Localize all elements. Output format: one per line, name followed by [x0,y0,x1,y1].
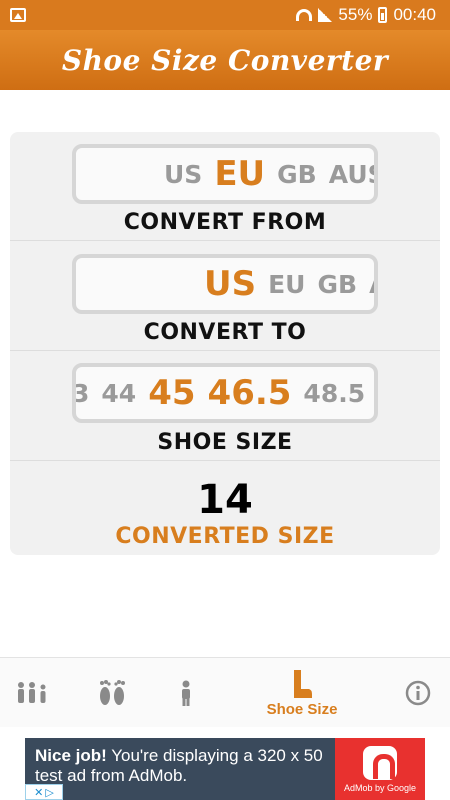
clock: 00:40 [393,5,436,24]
nav-shoe-size[interactable]: Shoe Size [250,658,354,728]
nav-shoe-size-label: Shoe Size [266,700,338,718]
gallery-icon [10,8,26,22]
convert-from-strip: US EU GB AUS M [164,148,374,200]
admob-icon [363,745,397,780]
nav-info[interactable] [396,658,440,728]
family-icon [18,682,46,703]
battery-percent: 55% [338,5,373,24]
convert-to-picker[interactable]: US EU GB AU [72,254,378,314]
shoe-size-strip: 3 44 45 46.5 48.5 [76,367,365,419]
shoe-size-picker[interactable]: 3 44 45 46.5 48.5 [72,363,378,423]
option-aus[interactable]: AUS [329,160,374,189]
play-icon: ▷ [45,786,54,799]
nav-feet[interactable] [88,658,136,728]
option-size[interactable]: 44 [101,379,136,408]
wifi-icon [296,9,313,21]
child-icon [182,680,190,706]
close-icon: ✕ [34,786,44,799]
ad-headline: Nice job! [35,746,107,765]
shoe-size-section: 3 44 45 46.5 48.5 SHOE SIZE [10,352,440,462]
convert-from-picker[interactable]: US EU GB AUS M [72,144,378,204]
converted-size-label: CONVERTED SIZE [115,524,335,549]
converted-size-value: 14 [197,477,253,523]
option-au[interactable]: AU [369,270,374,299]
convert-from-label: CONVERT FROM [123,210,327,235]
option-us-selected[interactable]: US [204,264,256,304]
boot-icon [294,669,312,698]
convert-from-section: US EU GB AUS M CONVERT FROM [10,132,440,242]
convert-to-label: CONVERT TO [143,320,307,345]
ad-byline: AdMob by Google [343,782,417,793]
battery-icon [378,7,388,23]
ad-banner[interactable]: Nice job! You're displaying a 320 x 50 t… [25,738,425,800]
divider [10,460,440,461]
converter-card: US EU GB AUS M CONVERT FROM US EU GB AU … [10,132,440,555]
signal-icon [318,8,333,22]
option-size[interactable]: 46.5 [208,373,292,413]
option-size[interactable]: 3 [76,379,89,408]
option-size[interactable]: 48.5 [303,379,365,408]
ad-text: Nice job! You're displaying a 320 x 50 t… [25,738,335,800]
shoe-size-label: SHOE SIZE [157,430,293,455]
status-bar: 55% 00:40 [0,0,450,30]
app-header: Shoe Size Converter [0,30,450,90]
nav-child[interactable] [164,658,208,728]
divider [10,350,440,351]
bottom-nav: Shoe Size [0,657,450,727]
convert-to-section: US EU GB AU CONVERT TO [10,242,440,352]
option-us[interactable]: US [164,160,202,189]
divider [10,240,440,241]
option-size-selected[interactable]: 45 [148,373,195,413]
option-eu[interactable]: EU [268,270,305,299]
app-title: Shoe Size Converter [61,43,389,77]
feet-icon [100,680,125,705]
status-icons: 55% 00:40 [296,5,436,25]
info-icon [405,680,431,706]
nav-family[interactable] [8,658,56,728]
option-gb[interactable]: GB [277,160,317,189]
convert-to-strip: US EU GB AU [204,258,374,310]
admob-logo: AdMob by Google [335,738,425,800]
option-eu-selected[interactable]: EU [214,154,265,194]
option-gb[interactable]: GB [318,270,358,299]
adchoices-icon[interactable]: ✕ ▷ [25,784,63,800]
